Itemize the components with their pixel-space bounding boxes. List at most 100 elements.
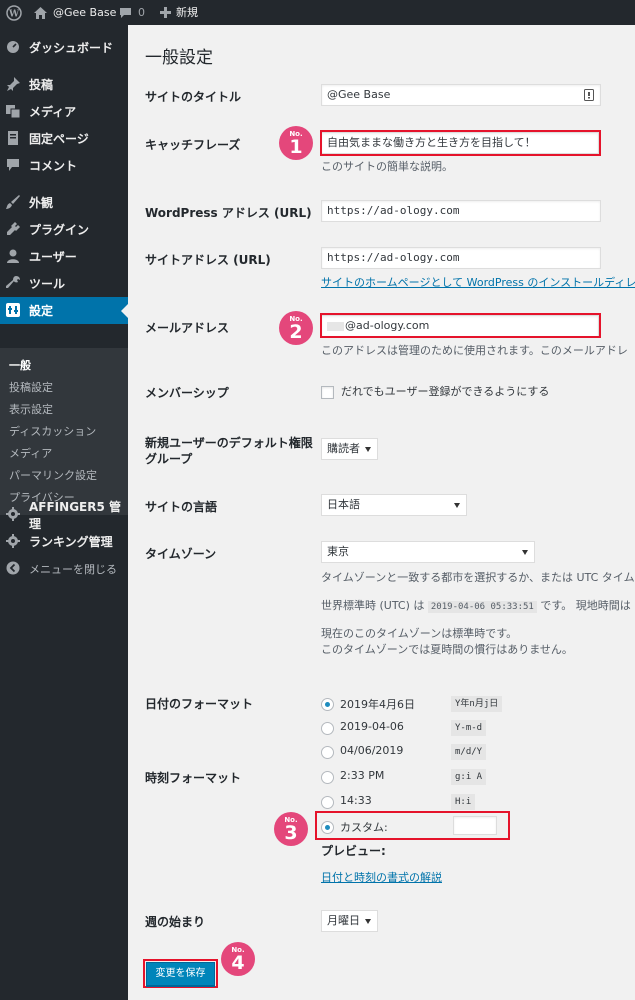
timezone-note-1: 現在のこのタイムゾーンは標準時です。	[321, 627, 518, 640]
highlight-box-1	[320, 130, 601, 156]
default-role-label-line2: グループ	[145, 452, 193, 466]
membership-checkbox-label[interactable]: だれでもユーザー登録ができるようにする	[341, 384, 549, 400]
home-icon	[34, 6, 47, 19]
timezone-description: タイムゾーンと一致する都市を選択するか、または UTC タイム	[321, 571, 635, 584]
brush-icon	[6, 195, 20, 209]
date-format-option-2[interactable]: 2019-04-06	[340, 720, 404, 733]
admin-bar: W @Gee Base 0 新規	[0, 0, 635, 25]
date-format-radio-1[interactable]	[321, 698, 334, 711]
site-name: @Gee Base	[53, 6, 117, 19]
preview-label: プレビュー:	[321, 844, 386, 858]
current-menu-arrow	[121, 304, 128, 318]
time-format-radio-2[interactable]	[321, 796, 334, 809]
date-format-label: 日付のフォーマット	[145, 697, 254, 711]
menu-posts[interactable]: 投稿	[0, 71, 128, 98]
week-start-select[interactable]: 月曜日	[321, 910, 378, 932]
dashboard-icon	[7, 41, 19, 53]
site-address-input[interactable]: https://ad-ology.com	[321, 247, 601, 269]
time-format-label: 時刻フォーマット	[145, 771, 242, 785]
user-icon	[7, 249, 19, 263]
menu-users[interactable]: ユーザー	[0, 243, 128, 270]
chevron-down-icon	[365, 919, 371, 924]
date-format-option-3[interactable]: 04/06/2019	[340, 744, 403, 757]
save-changes-button[interactable]: 変更を保存	[146, 962, 215, 986]
new-content-menu[interactable]: 新規	[160, 0, 198, 25]
email-description: このアドレスは管理のために使用されます。このメールアドレ	[321, 344, 628, 357]
timezone-note-2: このタイムゾーンでは夏時間の慣行はありません。	[321, 643, 573, 656]
media-icon	[6, 105, 20, 118]
menu-settings[interactable]: 設定	[0, 297, 128, 324]
submenu-reading[interactable]: 表示設定	[9, 401, 53, 417]
site-address-help-link[interactable]: サイトのホームページとして WordPress のインストールディレ	[321, 275, 635, 291]
time-format-code-1: g:i A	[451, 769, 487, 785]
page-icon	[8, 131, 18, 145]
chevron-down-icon	[365, 447, 371, 452]
membership-checkbox[interactable]	[321, 386, 334, 399]
week-start-label: 週の始まり	[145, 915, 206, 929]
step-badge-1: No. 1	[279, 126, 313, 160]
site-title-label: サイトのタイトル	[145, 90, 242, 104]
menu-dashboard[interactable]: ダッシュボード	[0, 34, 128, 61]
default-role-label: 新規ユーザーのデフォルト権限	[145, 436, 313, 450]
timezone-select[interactable]: 東京	[321, 541, 535, 563]
utc-time-row: 世界標準時 (UTC) は 2019-04-06 05:33:51 です。 現地…	[321, 599, 631, 613]
submenu-general[interactable]: 一般	[9, 357, 31, 373]
time-format-option-1[interactable]: 2:33 PM	[340, 769, 384, 782]
gear-icon	[6, 534, 20, 548]
membership-label: メンバーシップ	[145, 386, 229, 400]
date-format-radio-3[interactable]	[321, 746, 334, 759]
menu-tools[interactable]: ツール	[0, 270, 128, 297]
plugin-icon	[7, 222, 20, 235]
menu-plugins[interactable]: プラグイン	[0, 216, 128, 243]
menu-media[interactable]: メディア	[0, 98, 128, 125]
menu-pages[interactable]: 固定ページ	[0, 125, 128, 152]
wordpress-logo-icon[interactable]: W	[6, 0, 22, 25]
site-title-input[interactable]: @Gee Base	[321, 84, 601, 106]
wp-address-input[interactable]: https://ad-ology.com	[321, 200, 601, 222]
time-format-radio-1[interactable]	[321, 771, 334, 784]
email-label: メールアドレス	[145, 321, 230, 335]
settings-icon	[6, 303, 20, 317]
settings-submenu: 一般 投稿設定 表示設定 ディスカッション メディア パーマリンク設定 プライバ…	[0, 348, 128, 515]
wrench-icon	[6, 276, 20, 288]
date-format-code-2: Y-m-d	[451, 720, 487, 736]
gear-icon	[6, 507, 20, 521]
page-title: 一般設定	[145, 48, 213, 68]
settings-content: 一般設定 サイトのタイトル @Gee Base キャッチフレーズ 自由気ままな働…	[128, 25, 635, 1000]
language-label: サイトの言語	[145, 500, 218, 514]
submenu-discussion[interactable]: ディスカッション	[9, 423, 96, 439]
date-format-radio-2[interactable]	[321, 722, 334, 735]
password-manager-icon	[584, 89, 594, 101]
menu-appearance[interactable]: 外観	[0, 189, 128, 216]
menu-affinger[interactable]: AFFINGER5 管理	[0, 500, 128, 531]
step-badge-2: No. 2	[279, 311, 313, 345]
new-label: 新規	[176, 6, 198, 19]
svg-text:W: W	[8, 9, 20, 19]
admin-menu: ダッシュボード 投稿 メディア 固定ページ コメント 外観 プラグイン ユーザー…	[0, 25, 128, 1000]
timezone-label: タイムゾーン	[145, 547, 217, 561]
submenu-media[interactable]: メディア	[9, 445, 52, 461]
submenu-writing[interactable]: 投稿設定	[9, 379, 53, 395]
menu-ranking[interactable]: ランキング管理	[0, 528, 128, 555]
date-time-help-link[interactable]: 日付と時刻の書式の解説	[321, 870, 442, 886]
comment-icon	[119, 7, 132, 19]
menu-comments[interactable]: コメント	[0, 152, 128, 179]
comments-menu[interactable]: 0	[119, 0, 145, 25]
date-format-code-3: m/d/Y	[451, 744, 487, 760]
utc-time-value: 2019-04-06 05:33:51	[427, 601, 537, 613]
submenu-permalinks[interactable]: パーマリンク設定	[9, 467, 97, 483]
highlight-box-2	[320, 313, 601, 338]
chevron-down-icon	[454, 503, 460, 508]
site-menu[interactable]: @Gee Base	[34, 0, 116, 25]
date-format-option-1[interactable]: 2019年4月6日	[340, 696, 415, 712]
tagline-label: キャッチフレーズ	[145, 138, 241, 152]
default-role-select[interactable]: 購読者	[321, 438, 378, 460]
site-address-label: サイトアドレス (URL)	[145, 253, 271, 267]
collapse-menu[interactable]: メニューを閉じる	[0, 555, 128, 582]
time-format-option-2[interactable]: 14:33	[340, 794, 372, 807]
comment-count: 0	[138, 6, 145, 19]
language-select[interactable]: 日本語	[321, 494, 467, 516]
pin-icon	[7, 77, 20, 91]
tagline-description: このサイトの簡単な説明。	[321, 160, 453, 173]
step-badge-3: No. 3	[274, 812, 308, 846]
